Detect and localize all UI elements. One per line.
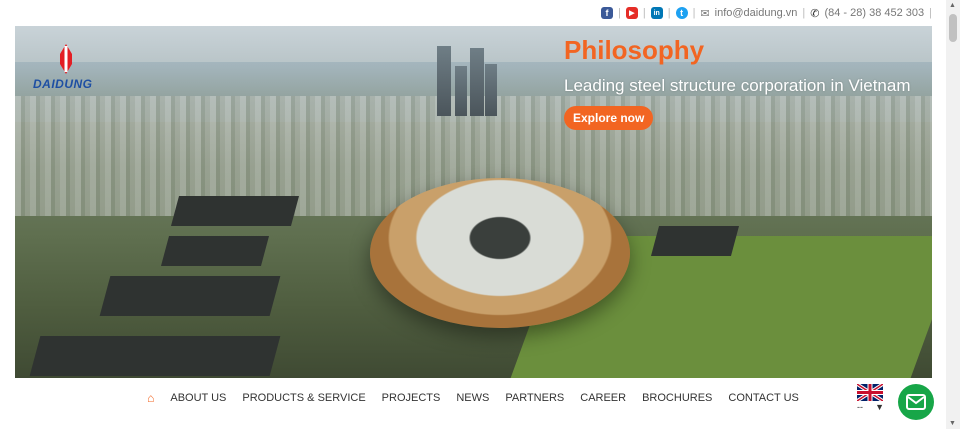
linkedin-icon[interactable]: in xyxy=(650,7,663,19)
daidung-logo[interactable]: DAIDUNG xyxy=(33,44,109,94)
hero-building xyxy=(160,236,270,266)
nav-item-products-service[interactable]: PRODUCTS & SERVICE xyxy=(242,392,365,404)
main-navigation: ⌂ ABOUT US PRODUCTS & SERVICE PROJECTS N… xyxy=(0,386,946,410)
hero-building xyxy=(170,196,300,226)
caret-down-icon: ▼ xyxy=(875,402,884,412)
hero-tower xyxy=(437,46,451,116)
logo-mark-icon xyxy=(60,44,72,74)
nav-item-about-us[interactable]: ABOUT US xyxy=(170,392,226,404)
hero-building xyxy=(99,276,281,316)
scrollbar-thumb[interactable] xyxy=(949,14,957,42)
hero-banner: DAIDUNG Philosophy Leading steel structu… xyxy=(15,26,932,378)
hero-tower xyxy=(485,64,497,116)
envelope-icon xyxy=(906,394,926,410)
uk-flag-icon xyxy=(857,384,883,401)
explore-now-button[interactable]: Explore now xyxy=(564,106,654,130)
email-link[interactable]: info@daidung.vn xyxy=(715,7,798,19)
nav-item-partners[interactable]: PARTNERS xyxy=(505,392,564,404)
nav-item-news[interactable]: NEWS xyxy=(456,392,489,404)
facebook-icon[interactable]: f xyxy=(600,7,613,19)
nav-item-projects[interactable]: PROJECTS xyxy=(382,392,441,404)
twitter-icon[interactable]: t xyxy=(675,7,688,19)
hero-building xyxy=(650,226,740,256)
page-scrollbar[interactable]: ▲ ▼ xyxy=(946,0,960,429)
hero-tower xyxy=(470,48,484,116)
youtube-icon[interactable]: ▶ xyxy=(625,7,638,19)
hero-stadium xyxy=(370,178,630,328)
phone-icon: ✆ xyxy=(810,7,820,20)
nav-item-contact-us[interactable]: CONTACT US xyxy=(728,392,799,404)
scroll-down-icon[interactable]: ▼ xyxy=(949,420,956,427)
nav-item-brochures[interactable]: BROCHURES xyxy=(642,392,712,404)
phone-number[interactable]: (84 - 28) 38 452 303 xyxy=(824,7,924,19)
hero-tower xyxy=(455,66,467,116)
email-icon: ✉ xyxy=(700,7,710,20)
nav-item-career[interactable]: CAREER xyxy=(580,392,626,404)
language-value: -- xyxy=(857,402,863,412)
hero-title: Philosophy xyxy=(564,35,705,65)
logo-text: DAIDUNG xyxy=(33,77,93,91)
hero-subtitle: Leading steel structure corporation in V… xyxy=(564,76,911,95)
hero-building xyxy=(29,336,281,376)
top-contact-bar: f | ▶ | in | t | ✉ info@daidung.vn | ✆ (… xyxy=(0,0,946,26)
home-icon[interactable]: ⌂ xyxy=(147,391,154,405)
language-selector[interactable]: -- ▼ xyxy=(857,384,884,414)
mail-contact-button[interactable] xyxy=(898,384,934,420)
scroll-up-icon[interactable]: ▲ xyxy=(949,2,956,9)
